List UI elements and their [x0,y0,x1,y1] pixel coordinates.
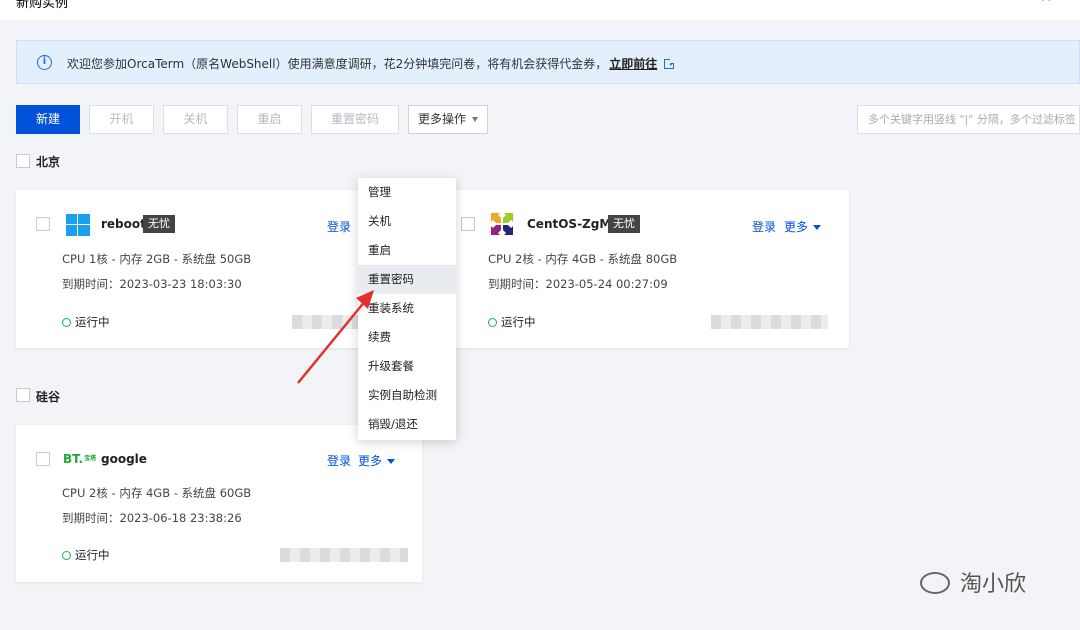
annotation-arrow-icon [297,290,374,384]
wechat-icon [920,572,950,594]
watermark: 淘小欣 [920,566,1026,598]
